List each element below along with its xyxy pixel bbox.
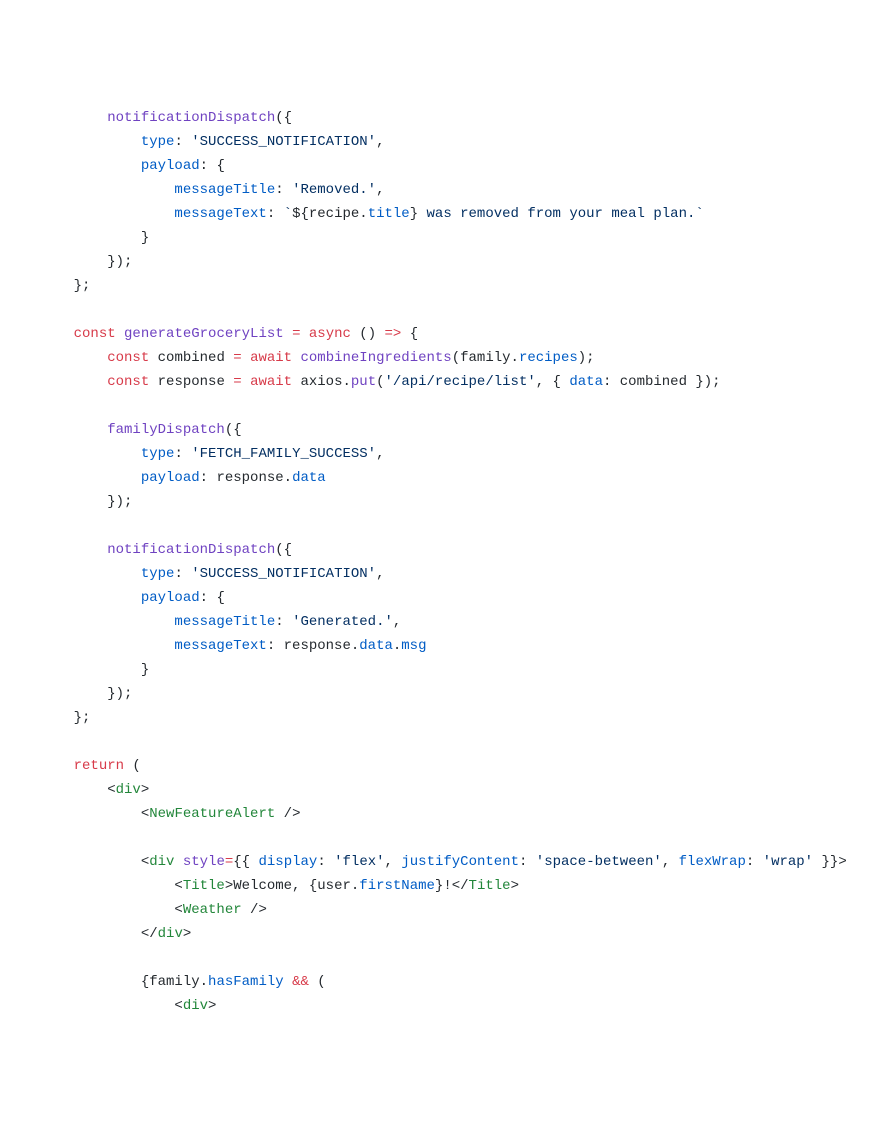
- code-line: payload: {: [40, 158, 225, 174]
- code-line: messageText: response.data.msg: [40, 638, 427, 654]
- code-line: {family.hasFamily && (: [40, 974, 326, 990]
- code-block: notificationDispatch({ type: 'SUCCESS_NO…: [40, 106, 833, 1018]
- code-line: <div>: [40, 782, 149, 798]
- fn-name: generateGroceryList: [124, 326, 284, 342]
- code-line: };: [40, 710, 90, 726]
- code-line: <Weather />: [40, 902, 267, 918]
- code-line: messageTitle: 'Generated.',: [40, 614, 401, 630]
- code-line: const response = await axios.put('/api/r…: [40, 374, 721, 390]
- code-line: type: 'SUCCESS_NOTIFICATION',: [40, 566, 385, 582]
- code-line: };: [40, 278, 90, 294]
- fn-call: notificationDispatch: [107, 110, 275, 126]
- code-line: <NewFeatureAlert />: [40, 806, 300, 822]
- code-line: return (: [40, 758, 141, 774]
- code-line: notificationDispatch({: [40, 110, 292, 126]
- code-line: </div>: [40, 926, 191, 942]
- code-line: });: [40, 254, 132, 270]
- code-line: payload: response.data: [40, 470, 326, 486]
- code-line: notificationDispatch({: [40, 542, 292, 558]
- jsx-tag: NewFeatureAlert: [149, 806, 275, 822]
- jsx-tag: div: [116, 782, 141, 798]
- code-line: }: [40, 230, 149, 246]
- code-line: <div>: [40, 998, 216, 1014]
- code-line: messageTitle: 'Removed.',: [40, 182, 384, 198]
- code-line: messageText: `${recipe.title} was remove…: [40, 206, 704, 222]
- code-line: familyDispatch({: [40, 422, 242, 438]
- keyword-return: return: [74, 758, 124, 774]
- jsx-attr: style: [183, 854, 225, 870]
- code-line: const generateGroceryList = async () => …: [40, 326, 418, 342]
- code-line: payload: {: [40, 590, 225, 606]
- code-line: });: [40, 686, 132, 702]
- code-line: const combined = await combineIngredient…: [40, 350, 595, 366]
- code-line: });: [40, 494, 132, 510]
- code-line: }: [40, 662, 149, 678]
- code-line: <div style={{ display: 'flex', justifyCo…: [40, 854, 847, 870]
- keyword-const: const: [74, 326, 116, 342]
- code-line: <Title>Welcome, {user.firstName}!</Title…: [40, 878, 519, 894]
- code-line: type: 'FETCH_FAMILY_SUCCESS',: [40, 446, 385, 462]
- code-line: type: 'SUCCESS_NOTIFICATION',: [40, 134, 385, 150]
